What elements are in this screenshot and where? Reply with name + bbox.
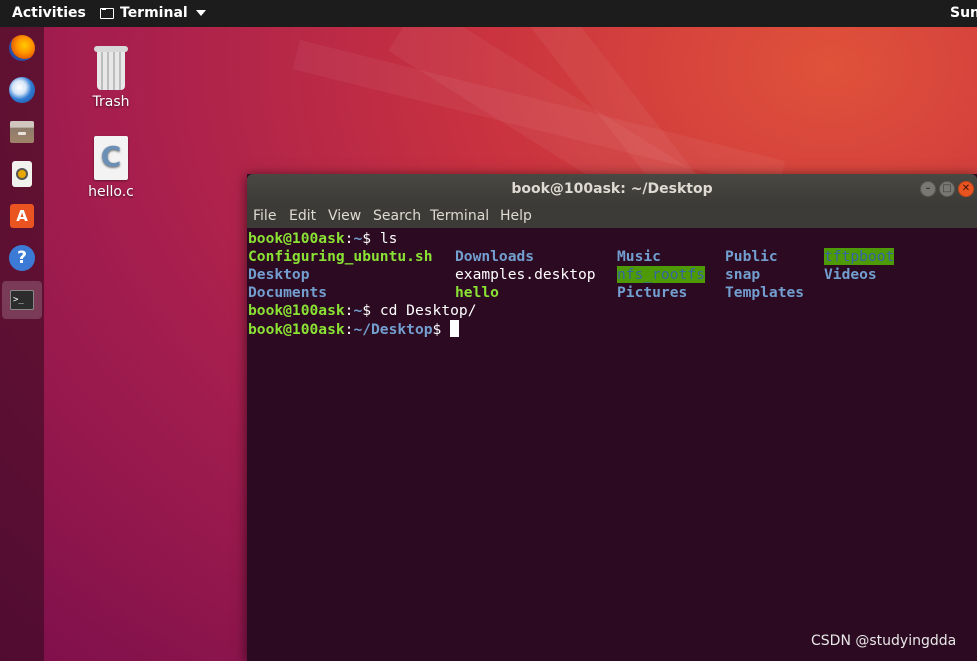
thunderbird-icon: [9, 77, 35, 103]
menu-file[interactable]: File: [253, 208, 276, 224]
dock-item-thunderbird[interactable]: [5, 73, 39, 107]
prompt-path: ~: [353, 302, 363, 319]
maximize-icon: □: [942, 183, 952, 194]
close-icon: ✕: [961, 183, 971, 194]
ls-entry-world-writable-directory: nfs_rootfs: [617, 266, 705, 283]
ls-entry-directory: snap: [725, 266, 761, 283]
wallpaper-ray: [292, 40, 786, 191]
menu-search[interactable]: Search: [373, 208, 421, 224]
terminal-window: book@100ask: ~/Desktop – □ ✕ File Edit V…: [247, 174, 977, 661]
dock: A ? >_: [0, 27, 44, 661]
desktop-icon-hello-c[interactable]: C hello.c: [76, 136, 146, 200]
ls-entry-directory: Templates: [725, 284, 805, 301]
ls-entry-directory: Public: [725, 248, 778, 265]
app-menu-label: Terminal: [120, 5, 188, 21]
prompt-path: ~: [353, 230, 363, 247]
ls-entry-executable: hello: [455, 284, 499, 301]
terminal-app-icon: [100, 7, 114, 19]
ls-entry-directory: Desktop: [248, 266, 310, 283]
firefox-icon: [9, 35, 35, 61]
rhythmbox-icon: [12, 161, 32, 187]
minimize-button[interactable]: –: [920, 181, 936, 197]
menu-view[interactable]: View: [328, 208, 361, 224]
command-text: cd Desktop/: [379, 302, 477, 319]
desktop-icon-label: Trash: [92, 94, 130, 110]
files-icon: [10, 121, 34, 143]
clock[interactable]: Sun: [950, 5, 977, 21]
ls-entry-executable: Configuring_ubuntu.sh: [248, 248, 433, 265]
terminal-line: book@100ask:~$ cd Desktop/: [248, 302, 477, 319]
ls-entry-file: examples.desktop: [455, 266, 596, 283]
c-source-file-icon: C: [94, 136, 128, 180]
activities-button[interactable]: Activities: [12, 5, 86, 21]
desktop-icon-trash[interactable]: Trash: [76, 46, 146, 110]
software-center-icon: A: [10, 204, 34, 228]
desktop-icon-label: hello.c: [88, 184, 134, 200]
menu-bar: File Edit View Search Terminal Help: [247, 204, 977, 228]
help-icon: ?: [9, 245, 35, 271]
prompt-user: book@100ask: [248, 321, 345, 338]
app-menu[interactable]: Terminal: [100, 5, 206, 21]
trash-icon: [94, 46, 128, 90]
ls-entry-directory: Music: [617, 248, 661, 265]
watermark: CSDN @studyingdda: [811, 633, 957, 649]
ls-entry-directory: Pictures: [617, 284, 688, 301]
ls-entry-directory: Downloads: [455, 248, 535, 265]
command-text: ls: [379, 230, 398, 247]
ls-entry-directory: Documents: [248, 284, 328, 301]
close-button[interactable]: ✕: [958, 181, 974, 197]
minimize-icon: –: [925, 183, 931, 194]
window-titlebar[interactable]: book@100ask: ~/Desktop – □ ✕: [247, 174, 977, 204]
dock-item-files[interactable]: [5, 115, 39, 149]
terminal-line: book@100ask:~/Desktop$: [248, 320, 460, 338]
prompt-user: book@100ask: [248, 302, 345, 319]
terminal-cursor: [450, 320, 460, 337]
prompt-path: ~/Desktop: [353, 321, 433, 338]
dock-item-software[interactable]: A: [5, 199, 39, 233]
chevron-down-icon: [195, 10, 206, 16]
terminal-output[interactable]: book@100ask:~$ ls Configuring_ubuntu.sh …: [247, 228, 977, 661]
dock-item-firefox[interactable]: [5, 31, 39, 65]
menu-edit[interactable]: Edit: [289, 208, 316, 224]
terminal-line: book@100ask:~$ ls: [248, 230, 398, 247]
maximize-button[interactable]: □: [939, 181, 955, 197]
menu-terminal[interactable]: Terminal: [430, 208, 489, 224]
ls-entry-world-writable-directory: tftpboot: [824, 248, 895, 265]
menu-help[interactable]: Help: [500, 208, 532, 224]
ls-entry-directory: Videos: [824, 266, 877, 283]
top-bar: Activities Terminal Sun: [0, 0, 977, 27]
terminal-icon: >_: [10, 290, 34, 310]
dock-item-help[interactable]: ?: [5, 241, 39, 275]
dock-item-terminal[interactable]: >_: [2, 281, 42, 319]
window-title: book@100ask: ~/Desktop: [511, 181, 713, 197]
dock-item-rhythmbox[interactable]: [5, 157, 39, 191]
prompt-user: book@100ask: [248, 230, 345, 247]
